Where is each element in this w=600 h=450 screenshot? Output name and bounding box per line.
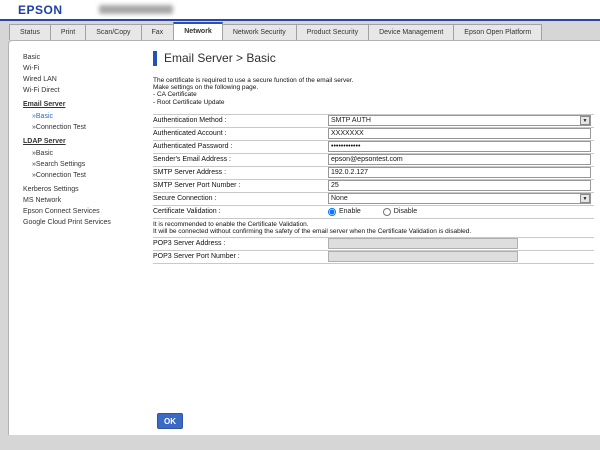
sidebar-item-basic[interactable]: Basic: [23, 52, 148, 63]
chevron-down-icon[interactable]: ▼: [580, 194, 590, 203]
content-panel: Basic Wi-Fi Wired LAN Wi-Fi Direct Email…: [8, 40, 600, 435]
authentication-method-select[interactable]: SMTP AUTH ▼: [328, 115, 591, 126]
tab-epson-open-platform[interactable]: Epson Open Platform: [453, 24, 542, 40]
tab-network[interactable]: Network: [173, 22, 223, 40]
authentication-method-value: SMTP AUTH: [331, 117, 371, 124]
form-row-pop3-server-address: POP3 Server Address :: [153, 237, 594, 250]
sidebar-item-epson-connect-services[interactable]: Epson Connect Services: [23, 206, 148, 217]
secure-connection-label: Secure Connection :: [153, 195, 328, 202]
sidebar-item-wifi-direct[interactable]: Wi-Fi Direct: [23, 85, 148, 96]
authenticated-account-label: Authenticated Account :: [153, 130, 328, 137]
certificate-validation-disable-label: Disable: [394, 208, 417, 215]
tab-network-security[interactable]: Network Security: [222, 24, 297, 40]
smtp-server-address-label: SMTP Server Address :: [153, 169, 328, 176]
pop3-server-address-label: POP3 Server Address :: [153, 240, 328, 247]
form-row-smtp-server-port-number: SMTP Server Port Number :: [153, 179, 594, 192]
intro-line: Make settings on the following page.: [153, 84, 594, 91]
page-title-row: Email Server > Basic: [153, 50, 594, 66]
secure-connection-value: None: [331, 195, 348, 202]
app-header: EPSON: [0, 0, 600, 21]
authentication-method-label: Authentication Method :: [153, 117, 328, 124]
page-title: Email Server > Basic: [164, 51, 276, 65]
sidebar-item-ldap-search-settings[interactable]: »Search Settings: [23, 159, 148, 170]
authenticated-password-input[interactable]: [328, 141, 591, 152]
intro-text: The certificate is required to use a sec…: [153, 77, 594, 106]
form-row-pop3-server-port-number: POP3 Server Port Number :: [153, 250, 594, 263]
form-row-senders-email-address: Sender's Email Address :: [153, 153, 594, 166]
pop3-server-address-input: [328, 238, 518, 249]
form-actions: OK: [153, 411, 594, 430]
sidebar-nav: Basic Wi-Fi Wired LAN Wi-Fi Direct Email…: [9, 41, 148, 435]
senders-email-address-input[interactable]: [328, 154, 591, 165]
form-row-authentication-method: Authentication Method : SMTP AUTH ▼: [153, 114, 594, 127]
sidebar-section-ldap-server[interactable]: LDAP Server: [23, 133, 148, 148]
intro-line: The certificate is required to use a sec…: [153, 77, 594, 84]
form-row-secure-connection: Secure Connection : None ▼: [153, 192, 594, 205]
chevron-down-icon[interactable]: ▼: [580, 116, 590, 125]
sidebar-item-email-server-connection-test[interactable]: »Connection Test: [23, 122, 148, 133]
tab-scan-copy[interactable]: Scan/Copy: [85, 24, 141, 40]
intro-line: - CA Certificate: [153, 91, 594, 98]
epson-logo: EPSON: [18, 3, 63, 17]
title-accent-bar: [153, 51, 157, 66]
ok-button[interactable]: OK: [157, 413, 183, 429]
note-line: It is recommended to enable the Certific…: [153, 221, 594, 228]
smtp-server-port-number-input[interactable]: [328, 180, 591, 191]
sidebar-item-kerberos-settings[interactable]: Kerberos Settings: [23, 184, 148, 195]
pop3-server-port-number-label: POP3 Server Port Number :: [153, 253, 328, 260]
email-server-form: Authentication Method : SMTP AUTH ▼ Auth…: [153, 114, 594, 264]
certificate-validation-label: Certificate Validation :: [153, 208, 328, 215]
form-row-smtp-server-address: SMTP Server Address :: [153, 166, 594, 179]
tab-fax[interactable]: Fax: [141, 24, 175, 40]
sidebar-item-ldap-connection-test[interactable]: »Connection Test: [23, 170, 148, 181]
smtp-server-port-number-label: SMTP Server Port Number :: [153, 182, 328, 189]
sidebar-item-ms-network[interactable]: MS Network: [23, 195, 148, 206]
tab-product-security[interactable]: Product Security: [296, 24, 369, 40]
form-row-certificate-validation: Certificate Validation : Enable Disable: [153, 205, 594, 218]
certificate-validation-enable-radio[interactable]: [328, 208, 336, 216]
certificate-validation-note: It is recommended to enable the Certific…: [153, 218, 594, 237]
certificate-validation-enable-label: Enable: [339, 208, 361, 215]
tab-status[interactable]: Status: [9, 24, 51, 40]
form-row-authenticated-password: Authenticated Password :: [153, 140, 594, 153]
senders-email-address-label: Sender's Email Address :: [153, 156, 328, 163]
sidebar-item-wifi[interactable]: Wi-Fi: [23, 63, 148, 74]
sidebar-item-google-cloud-print-services[interactable]: Google Cloud Print Services: [23, 217, 148, 228]
sidebar-section-email-server[interactable]: Email Server: [23, 96, 148, 111]
top-tab-bar: Status Print Scan/Copy Fax Network Netwo…: [0, 21, 600, 40]
sidebar-item-wired-lan[interactable]: Wired LAN: [23, 74, 148, 85]
pop3-server-port-number-input: [328, 251, 518, 262]
form-row-authenticated-account: Authenticated Account :: [153, 127, 594, 140]
authenticated-password-label: Authenticated Password :: [153, 143, 328, 150]
sidebar-item-email-server-basic[interactable]: »Basic: [23, 111, 148, 122]
secure-connection-select[interactable]: None ▼: [328, 193, 591, 204]
smtp-server-address-input[interactable]: [328, 167, 591, 178]
certificate-validation-disable-radio[interactable]: [383, 208, 391, 216]
tab-device-management[interactable]: Device Management: [368, 24, 454, 40]
note-line: It will be connected without confirming …: [153, 228, 594, 235]
printer-model-redacted: [99, 5, 173, 14]
main-content: Email Server > Basic The certificate is …: [148, 41, 600, 435]
sidebar-item-ldap-basic[interactable]: »Basic: [23, 148, 148, 159]
intro-line: - Root Certificate Update: [153, 99, 594, 106]
tab-print[interactable]: Print: [50, 24, 86, 40]
authenticated-account-input[interactable]: [328, 128, 591, 139]
